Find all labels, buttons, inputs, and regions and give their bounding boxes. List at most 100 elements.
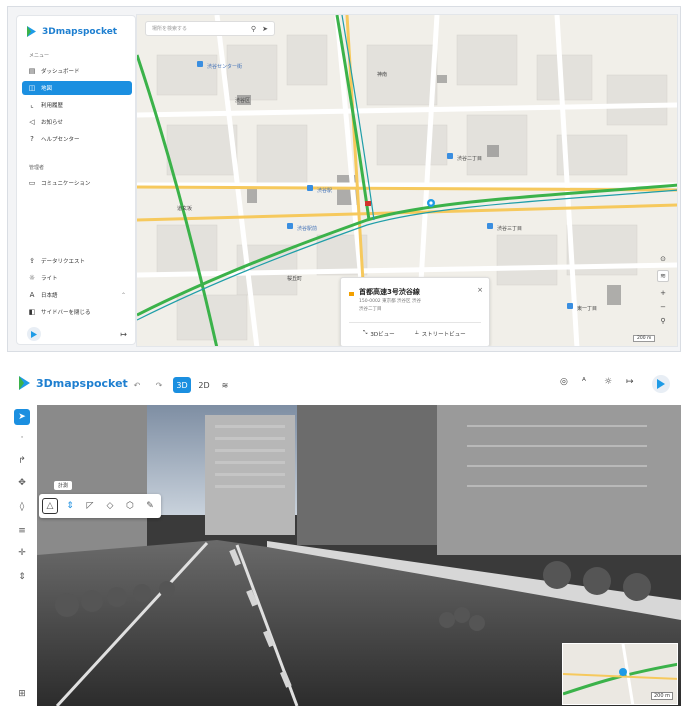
map-label: 桜丘町 (287, 276, 303, 282)
redo-button[interactable]: ↷ (153, 377, 165, 393)
select-tool-icon[interactable]: ➤ (14, 409, 30, 425)
move-tool-icon[interactable]: ✥ (14, 475, 30, 491)
polygon-measure-icon[interactable]: ◇ (102, 498, 118, 514)
brand-logo-icon (27, 26, 36, 37)
measure-tool-icon[interactable]: ◊ (14, 499, 30, 515)
measure-tooltip: 計測 (54, 481, 73, 490)
map-label: 渋谷三丁目 (497, 226, 523, 232)
undo-button[interactable]: ↶ (131, 377, 143, 393)
search-icon[interactable]: ⚲ (251, 25, 256, 33)
pencil-icon[interactable]: ✎ (142, 498, 158, 514)
history-icon: ⌞ (30, 100, 34, 109)
sun-icon[interactable]: ☼ (604, 377, 612, 387)
map-label: 渋谷区 (235, 98, 251, 104)
mode-2d-button[interactable]: 2D (197, 377, 211, 393)
brand-logo-icon (31, 330, 37, 338)
brand[interactable]: 3Dmapspocket (19, 376, 128, 390)
map-scale: 200 m (633, 335, 656, 342)
sidebar-item-map[interactable]: ◫ 地図 (22, 81, 132, 95)
layers-icon[interactable]: ≋ (219, 377, 231, 393)
logout-icon[interactable]: ↦ (626, 377, 634, 387)
avatar[interactable] (652, 375, 670, 393)
sidebar-footer: ↦ (27, 327, 127, 341)
sidebar-item-close-sidebar[interactable]: ◧ サイドバーを閉じる (22, 305, 132, 319)
poi-marker[interactable] (287, 223, 293, 229)
street-view-button[interactable]: ⟂ ストリートビュー (415, 330, 466, 338)
street-view-label: ストリートビュー (421, 332, 466, 338)
compass-icon[interactable]: ⊙ (657, 253, 669, 265)
map-search-input[interactable]: 場所を検索する ⚲ ➤ (145, 21, 275, 36)
sidebar-item-label: 日本語 (41, 293, 58, 299)
poi-marker[interactable] (307, 185, 313, 191)
brand-logo-icon (19, 376, 30, 390)
grid-tool-icon[interactable]: ⊞ (14, 686, 30, 702)
viewer-left-toolbar: ➤ · ↱ ✥ ◊ ≡ ✛ ⇕ ⊞ (11, 405, 33, 706)
chevron-updown-icon: ⌃ (120, 291, 126, 299)
zoom-in-button[interactable]: + (657, 287, 669, 299)
sidebar-item-light[interactable]: ☼ ライト (22, 271, 132, 285)
poi-marker[interactable] (447, 153, 453, 159)
logout-icon[interactable]: ↦ (120, 330, 127, 339)
sidebar-item-label: ライト (41, 276, 58, 282)
sidebar-item-label: データリクエスト (41, 259, 86, 265)
megaphone-icon: ◁ (29, 117, 35, 126)
navigation-icon[interactable]: ➤ (262, 25, 268, 33)
place-popup: 首都高速3号渋谷線 150-0002 東京都 渋谷区 渋谷 渋谷二丁目 × ⤡ … (340, 277, 490, 346)
poi-marker[interactable] (197, 61, 203, 67)
avatar[interactable] (27, 327, 41, 341)
map-icon: ◫ (28, 83, 36, 92)
sidebar-item-label: 地図 (41, 86, 53, 92)
viewer-toolbar: 3Dmapspocket ↶ ↷ 3D 2D ≋ ◎ ᴬ ☼ ↦ (7, 367, 681, 403)
map-label: 道玄坂 (177, 206, 193, 212)
sidebar-item-communication[interactable]: ▭ コミュニケーション (22, 176, 132, 190)
settings-icon[interactable]: ◎ (560, 377, 568, 387)
popup-title: 首都高速3号渋谷線 (359, 288, 420, 296)
height-measure-icon[interactable]: ⇕ (62, 498, 78, 514)
sidebar-item-label: お知らせ (41, 120, 63, 126)
street-person-icon[interactable]: ⚲ (657, 315, 669, 327)
sidebar-item-label: ダッシュボード (41, 69, 80, 75)
admin-section-label: 管理者 (29, 165, 45, 171)
height-tool-icon[interactable]: ⇕ (14, 569, 30, 585)
map-label: 渋谷センター街 (207, 64, 243, 70)
path-tool-icon[interactable]: ↱ (14, 453, 30, 469)
sidebar-item-language[interactable]: A 日本語 ⌃ (22, 288, 132, 302)
brand[interactable]: 3Dmapspocket (27, 26, 117, 37)
sidebar-item-data-request[interactable]: ⇪ データリクエスト (22, 254, 132, 268)
map-view[interactable]: 場所を検索する ⚲ ➤ 渋谷区 渋谷センター街 渋谷駅 渋谷駅前 神南 道玄坂 … (136, 14, 678, 347)
sidebar-item-label: コミュニケーション (41, 181, 91, 187)
3d-view-button[interactable]: ⤡ 3Dビュー (363, 330, 395, 338)
map-label: 渋谷二丁目 (457, 156, 483, 162)
sidebar-item-history[interactable]: ⌞ 利用履歴 (22, 98, 132, 112)
zoom-out-button[interactable]: − (657, 301, 669, 313)
map-page-screenshot: 3Dmapspocket メニュー ▤ ダッシュボード ◫ 地図 ⌞ 利用履歴 … (7, 6, 681, 352)
flag-icon (349, 292, 354, 296)
chat-icon: ▭ (28, 178, 36, 187)
mode-3d-button[interactable]: 3D (173, 377, 191, 393)
map-label: 渋谷駅前 (297, 226, 318, 232)
popup-close-button[interactable]: × (477, 286, 483, 294)
menu-tool-icon[interactable]: ≡ (14, 523, 30, 539)
poi-marker[interactable] (567, 303, 573, 309)
dashboard-icon: ▤ (28, 66, 36, 75)
language-icon: A (29, 290, 35, 299)
map-label: 渋谷駅 (317, 188, 333, 194)
volume-measure-icon[interactable]: ⬡ (122, 498, 138, 514)
popup-subtitle: 渋谷二丁目 (359, 307, 382, 312)
minimap[interactable]: 200 m (562, 643, 678, 705)
sidebar-item-news[interactable]: ◁ お知らせ (22, 115, 132, 129)
point-tool-icon[interactable]: · (14, 430, 30, 446)
3d-view-label: 3Dビュー (370, 332, 395, 338)
navigate-tool-icon[interactable]: ✛ (14, 545, 30, 561)
measure-tools-popup: △ ⇕ ◸ ◇ ⬡ ✎ (39, 494, 161, 518)
triangle-measure-icon[interactable]: △ (42, 498, 58, 514)
layers-button[interactable]: ≋ (657, 270, 669, 282)
search-placeholder: 場所を検索する (152, 26, 188, 32)
language-icon[interactable]: ᴬ (582, 377, 586, 387)
sidebar-item-dashboard[interactable]: ▤ ダッシュボード (22, 64, 132, 78)
sidebar-item-label: 利用履歴 (41, 103, 64, 109)
pointcloud-viewer[interactable]: 計測 △ ⇕ ◸ ◇ ⬡ ✎ 200 m (37, 405, 681, 706)
area-measure-icon[interactable]: ◸ (82, 498, 98, 514)
sidebar-item-help[interactable]: ? ヘルプセンター (22, 132, 132, 146)
poi-marker[interactable] (487, 223, 493, 229)
